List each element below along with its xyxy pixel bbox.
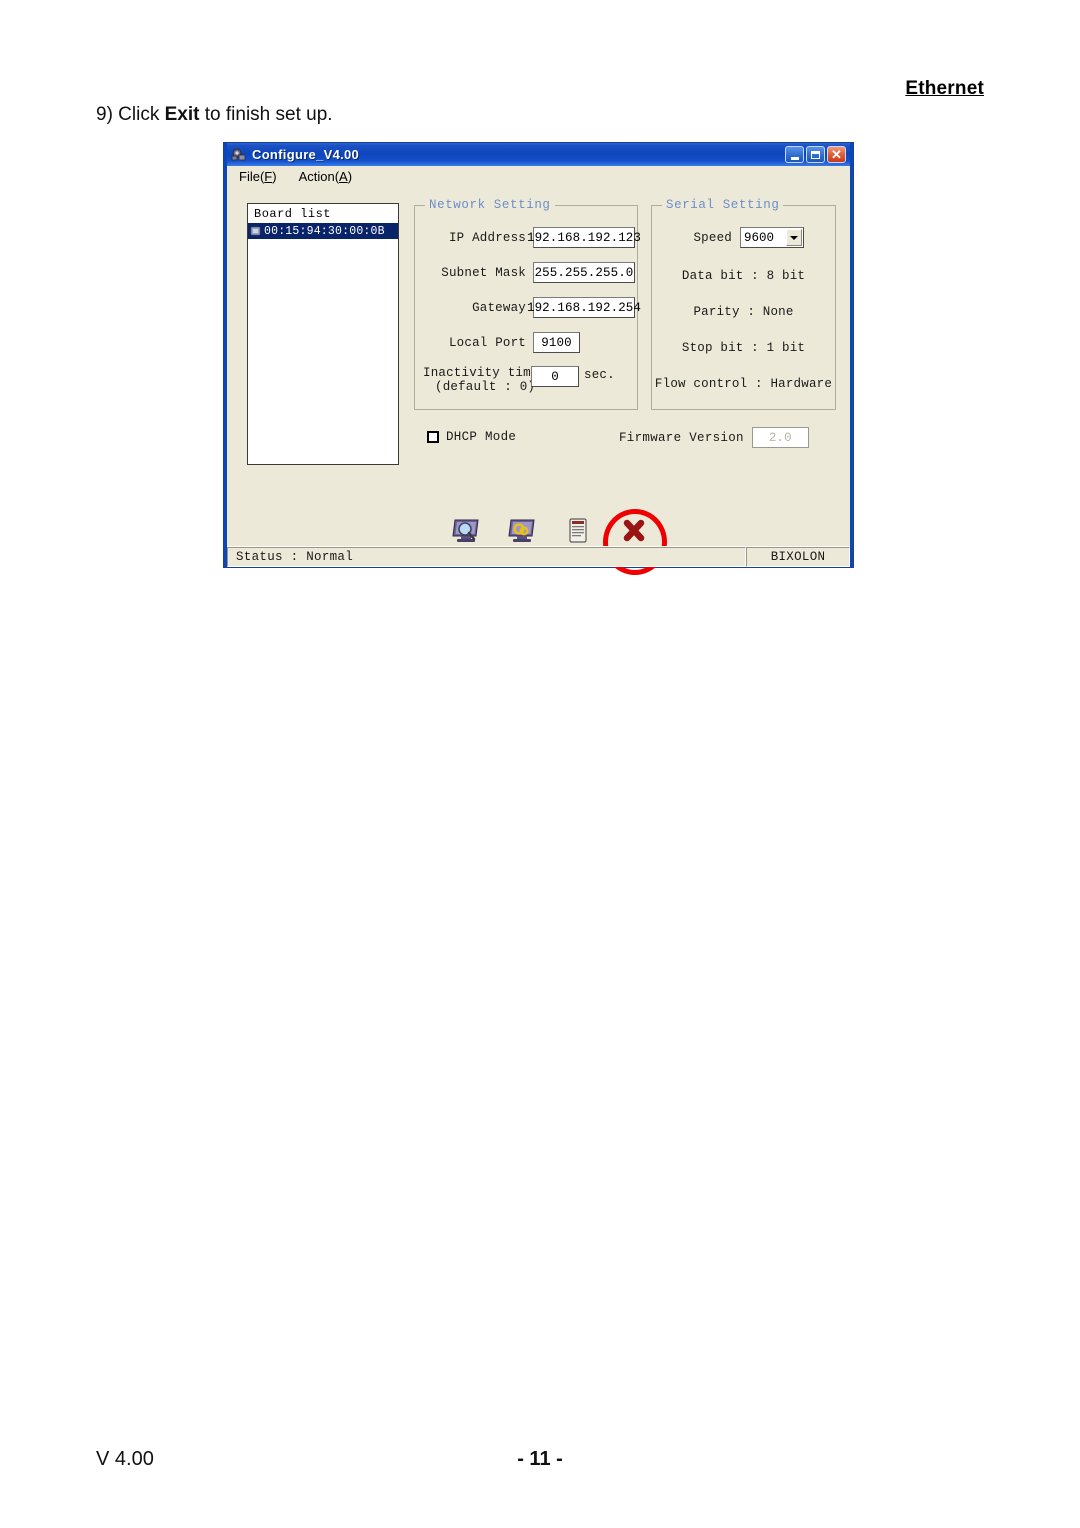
footer-page-number: - 11 - [517,1448,563,1470]
list-item[interactable]: 00:15:94:30:00:0B [248,223,398,239]
list-item-label: 00:15:94:30:00:0B [264,224,385,238]
inactivity-time-label-block: Inactivity time (default : 0) [419,366,539,394]
step-instruction: 9) Click Exit to finish set up. [96,104,333,126]
speed-value: 9600 [744,230,775,245]
window-menubar: File(F) Action(A) [227,166,850,187]
dhcp-mode-label: DHCP Mode [446,430,517,444]
firmware-version-label: Firmware Version [619,430,744,445]
local-port-label: Local Port [448,335,526,350]
speed-row: Speed 9600 [676,227,804,248]
gear-network-icon [231,147,247,163]
window-titlebar[interactable]: Configure_V4.00 ✕ [227,143,850,166]
ip-address-label: IP Address [448,230,526,245]
data-bit-text: Data bit : 8 bit [681,269,806,283]
ip-address-input[interactable]: 192.168.192.123 [527,227,641,248]
close-icon[interactable]: ✕ [827,146,846,163]
configure-app-window: Configure_V4.00 ✕ File(F) Action(A) Boar… [224,143,853,575]
serial-setting-title: Serial Setting [662,198,784,212]
brand-label: BIXOLON [746,547,850,567]
window-title: Configure_V4.00 [252,147,360,162]
speed-select[interactable]: 9600 [740,227,804,248]
setting-monitor-icon [507,517,537,545]
minimize-icon[interactable] [785,146,804,163]
subnet-mask-label: Subnet Mask [441,265,526,280]
gateway-row: Gateway 192.168.192.254 [419,297,641,318]
ip-address-row: IP Address 192.168.192.123 [419,227,641,248]
firmware-version-row: Firmware Version 2.0 [619,427,809,448]
board-list-title: Board list [254,207,332,221]
local-port-row: Local Port 9100 [419,332,580,353]
menu-action-accel: A [339,169,348,184]
step-suffix: to finish set up. [199,104,333,125]
board-list[interactable]: Board list 00:15:94:30:00:0B [247,203,399,465]
chip-icon [250,225,263,237]
inactivity-time-row: Inactivity time (default : 0) 0 sec. [419,366,615,394]
speed-label: Speed [693,230,732,245]
inactivity-time-label: Inactivity time [423,366,539,380]
page-header-ethernet: Ethernet [905,78,984,99]
menu-item-action[interactable]: Action(A) [295,168,356,185]
serial-setting-group: Serial Setting Speed 9600 Data bit : 8 b… [651,198,836,410]
step-prefix: 9) Click [96,104,165,125]
search-monitor-icon [451,517,481,545]
exit-x-icon [619,517,649,545]
network-setting-title: Network Setting [425,198,555,212]
menu-action-tail: ) [347,169,353,184]
menu-action-text: Action( [298,169,340,184]
gateway-label: Gateway [472,300,526,315]
maximize-icon[interactable] [806,146,825,163]
gateway-input[interactable]: 192.168.192.254 [527,297,641,318]
parity-text: Parity : None [693,305,794,319]
caption-buttons: ✕ [785,146,848,163]
menu-file-tail: ) [272,169,277,184]
network-setting-group: Network Setting IP Address 192.168.192.1… [414,198,641,410]
firmware-version-value: 2.0 [751,427,809,448]
window-client-area: Board list 00:15:94:30:00:0B Network Set… [227,187,850,575]
chevron-down-icon[interactable] [786,229,802,246]
inactivity-time-unit: sec. [584,368,615,382]
dhcp-mode-checkbox[interactable]: DHCP Mode [427,430,516,444]
flow-control-text: Flow control : Hardware [654,377,833,391]
stop-bit-text: Stop bit : 1 bit [681,341,806,355]
subnet-mask-row: Subnet Mask 255.255.255.0 [419,262,635,283]
inactivity-time-default-hint: (default : 0) [435,380,536,394]
status-text: Status : Normal [227,547,746,567]
menu-file-text: File( [239,169,265,184]
subnet-mask-input[interactable]: 255.255.255.0 [533,262,635,283]
local-port-input[interactable]: 9100 [533,332,580,353]
checkbox-icon[interactable] [427,431,439,443]
statusbar: Status : Normal BIXOLON [227,546,850,567]
step-bold-exit: Exit [164,104,200,125]
upload-file-icon [563,517,593,545]
menu-item-file[interactable]: File(F) [235,168,281,185]
inactivity-time-input[interactable]: 0 [531,366,579,387]
